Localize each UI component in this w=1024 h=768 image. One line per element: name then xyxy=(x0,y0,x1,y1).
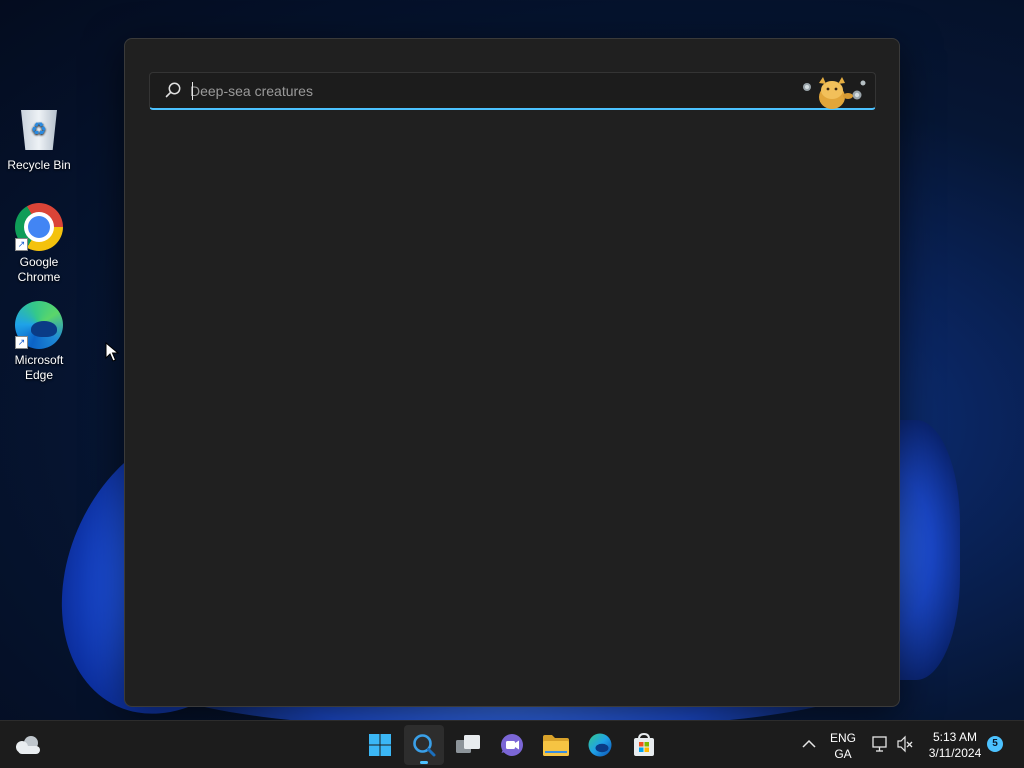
desktop-icon-chrome[interactable]: ↗ Google Chrome xyxy=(4,203,74,285)
search-highlight-illustration xyxy=(803,77,866,109)
edge-icon: ↗ xyxy=(15,301,63,349)
task-view-button[interactable] xyxy=(448,725,488,765)
text-caret xyxy=(192,82,193,100)
language-line: GA xyxy=(834,747,852,761)
weather-cloud-icon[interactable] xyxy=(10,731,46,759)
taskbar: ENG GA 5:13 AM 3/11/2024 xyxy=(0,720,1024,768)
start-button[interactable] xyxy=(360,725,400,765)
chevron-up-icon[interactable] xyxy=(801,738,817,750)
task-view-icon xyxy=(456,735,480,753)
language-indicator[interactable]: ENG GA xyxy=(826,730,860,762)
shortcut-arrow-icon: ↗ xyxy=(15,336,28,349)
taskbar-search-button[interactable] xyxy=(404,725,444,765)
file-explorer-button[interactable] xyxy=(536,725,576,765)
teams-chat-icon xyxy=(501,734,523,756)
desktop-icon-label: Microsoft Edge xyxy=(14,353,64,382)
mouse-cursor-icon xyxy=(105,342,119,362)
edge-icon xyxy=(588,733,612,757)
search-icon xyxy=(413,734,436,757)
store-button[interactable] xyxy=(624,725,664,765)
folder-icon xyxy=(543,735,569,756)
volume-muted-icon[interactable] xyxy=(896,735,914,753)
clock[interactable]: 5:13 AM 3/11/2024 xyxy=(922,729,988,761)
chrome-icon: ↗ xyxy=(15,203,63,251)
shortcut-arrow-icon: ↗ xyxy=(15,238,28,251)
search-panel xyxy=(124,38,900,707)
windows-start-icon xyxy=(369,734,391,756)
search-box[interactable] xyxy=(149,72,876,110)
search-input[interactable] xyxy=(190,79,790,103)
chat-button[interactable] xyxy=(492,725,532,765)
desktop-icon-label: Google Chrome xyxy=(17,255,61,284)
edge-taskbar-button[interactable] xyxy=(580,725,620,765)
desktop-icon-recycle-bin[interactable]: ♻ Recycle Bin xyxy=(4,106,74,173)
search-icon xyxy=(165,82,181,98)
store-icon xyxy=(634,732,654,756)
desktop-icon-label: Recycle Bin xyxy=(7,158,71,172)
clock-date: 3/11/2024 xyxy=(928,746,982,760)
language-line: ENG xyxy=(829,731,856,745)
network-icon[interactable] xyxy=(871,735,889,753)
notification-badge[interactable]: 5 xyxy=(987,736,1003,752)
recycle-bin-icon: ♻ xyxy=(15,106,63,154)
desktop-icon-edge[interactable]: ↗ Microsoft Edge xyxy=(4,301,74,383)
clock-time: 5:13 AM xyxy=(932,730,978,744)
